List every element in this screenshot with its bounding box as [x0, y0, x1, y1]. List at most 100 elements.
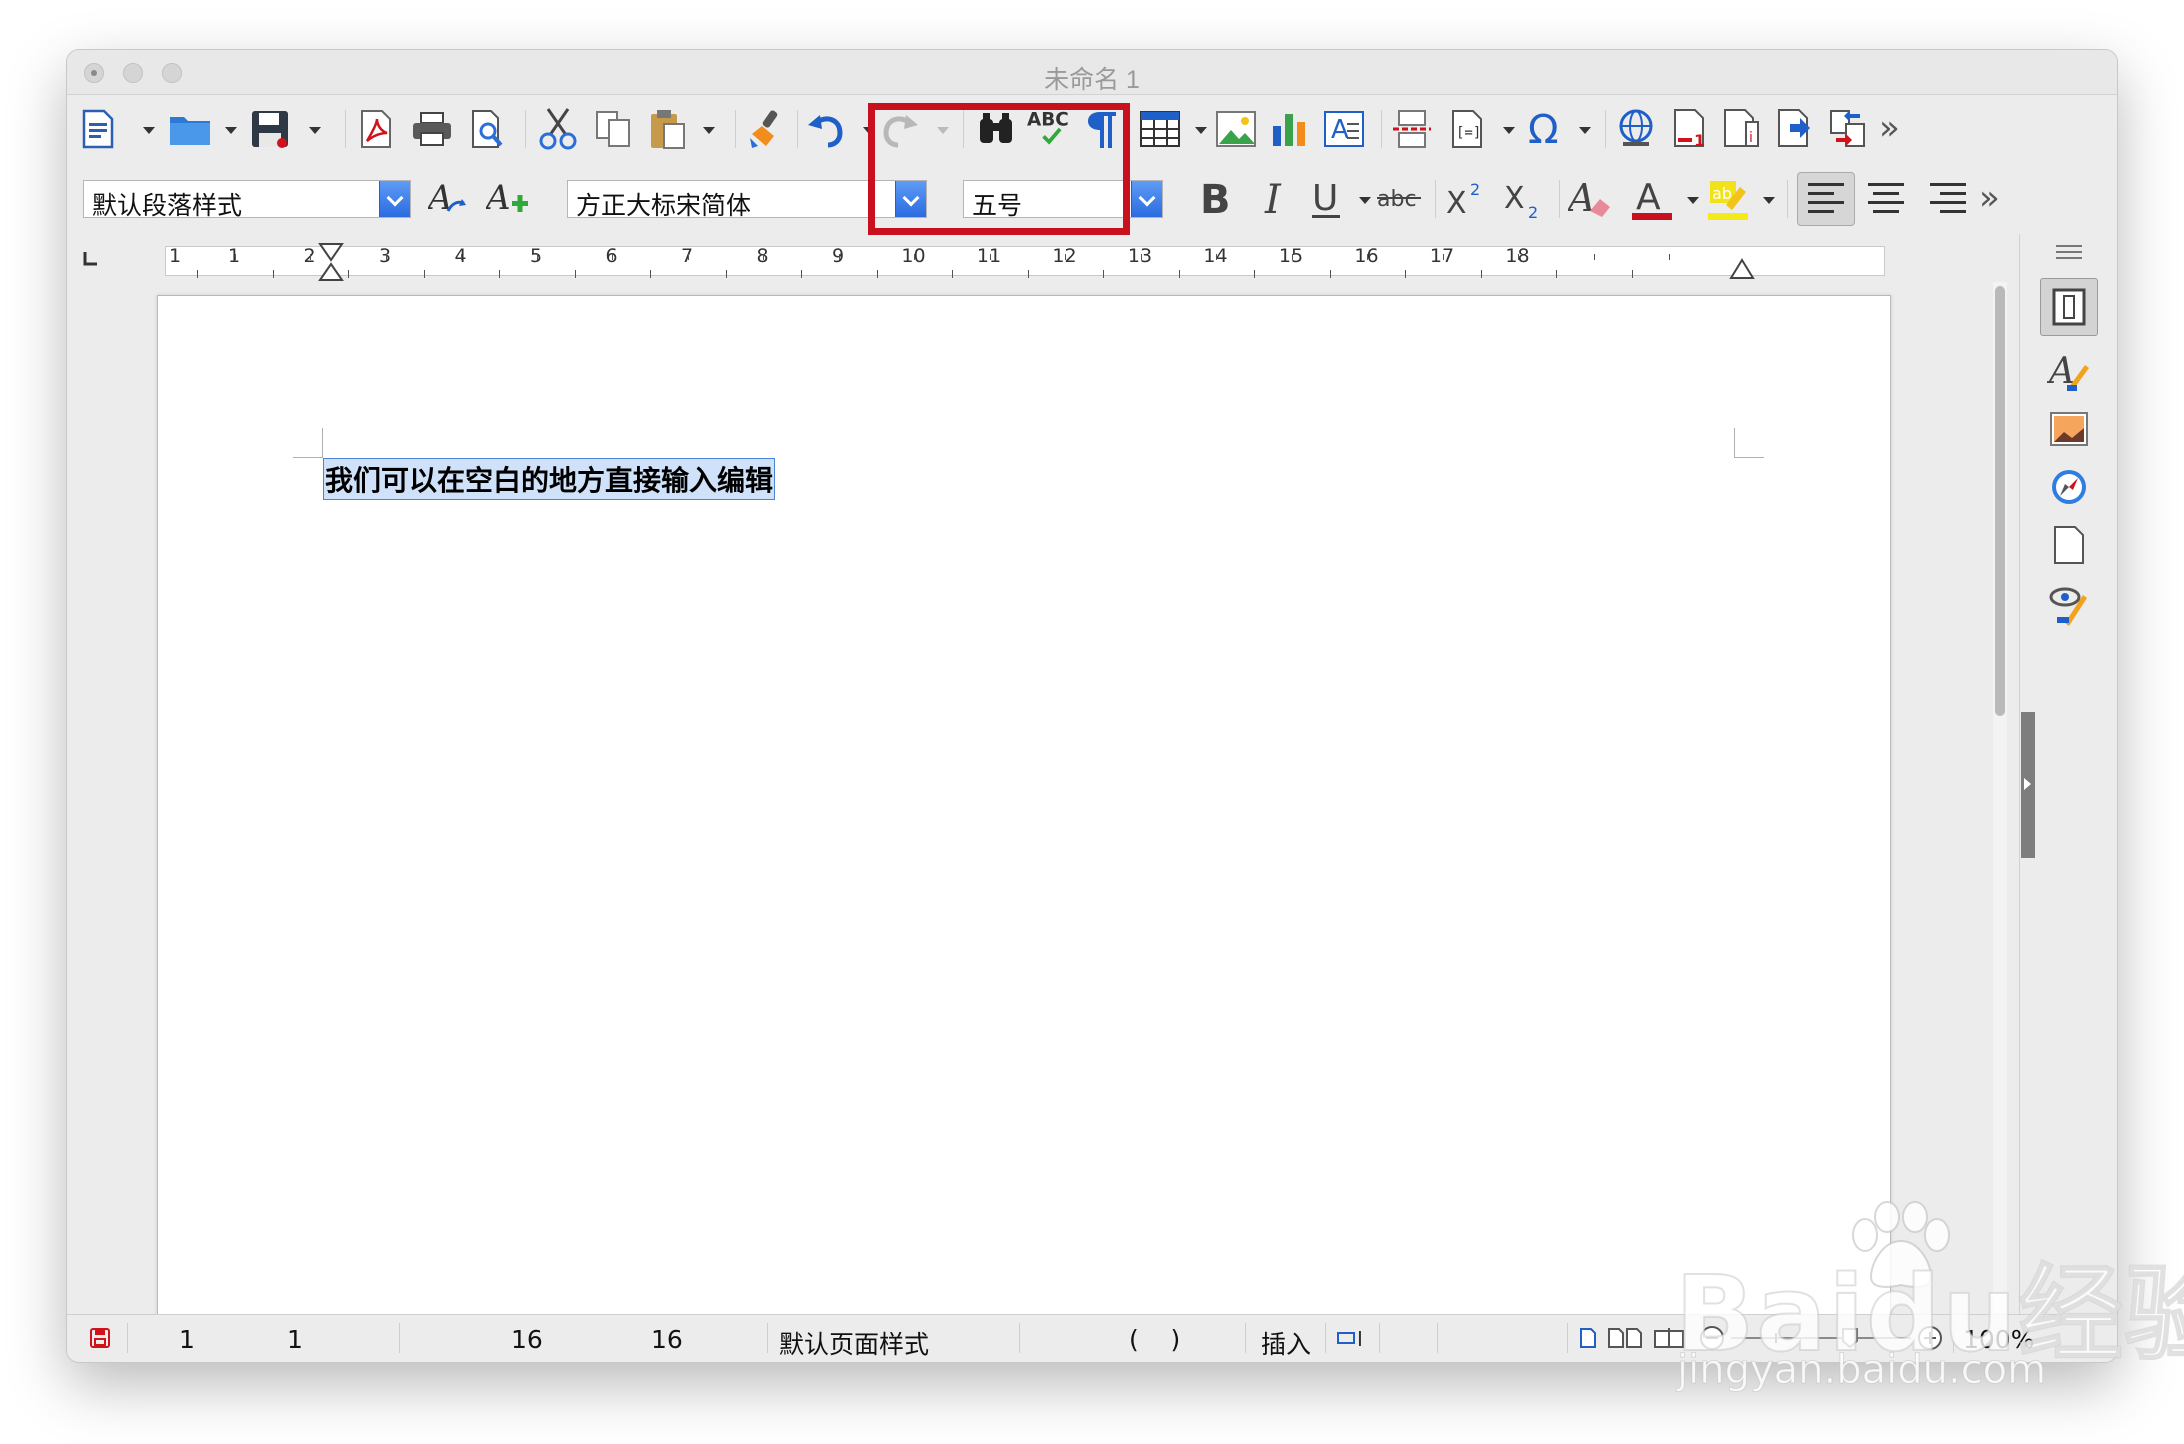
ruler-tick — [1216, 254, 1218, 260]
undo-icon[interactable] — [803, 106, 849, 152]
new-document-icon[interactable] — [75, 106, 121, 152]
page-deck-icon[interactable] — [2044, 520, 2094, 570]
ruler-tick — [574, 270, 576, 278]
page-count[interactable]: 1 — [287, 1325, 303, 1354]
insert-chart-icon[interactable] — [1267, 106, 1313, 152]
insert-bookmark-icon[interactable] — [1773, 106, 1819, 152]
align-left-icon[interactable] — [1797, 172, 1855, 226]
strikethrough-icon[interactable]: abc — [1377, 176, 1423, 222]
new-dropdown-icon[interactable] — [143, 127, 155, 134]
table-dropdown-icon[interactable] — [1195, 127, 1207, 134]
font-size-dropdown-icon[interactable] — [1131, 181, 1162, 217]
print-preview-icon[interactable] — [465, 106, 511, 152]
style-inspector-icon[interactable] — [2044, 580, 2094, 630]
highlight-dropdown-icon[interactable] — [1763, 197, 1775, 204]
single-page-view-icon[interactable] — [1579, 1327, 1597, 1349]
align-center-icon[interactable] — [1863, 176, 1909, 222]
hyperlink-icon[interactable] — [1613, 106, 1659, 152]
copy-icon[interactable] — [591, 106, 637, 152]
language[interactable]: ( ) — [1129, 1325, 1180, 1354]
insert-footnote-icon[interactable]: 1 — [1667, 106, 1713, 152]
underline-dropdown-icon[interactable] — [1359, 197, 1371, 204]
ruler-tick — [536, 254, 538, 260]
insert-image-icon[interactable] — [1213, 106, 1259, 152]
multi-page-view-icon[interactable] — [1607, 1327, 1643, 1349]
align-right-icon[interactable] — [1925, 176, 1971, 222]
svg-text:1: 1 — [1694, 131, 1705, 150]
baidu-watermark: Baidu经验 jingyan.baidu.com — [1674, 1201, 2184, 1395]
highlight-color-icon[interactable]: ab — [1705, 176, 1751, 222]
selection-mode-icon[interactable]: I — [1337, 1328, 1371, 1348]
ruler-tick — [1367, 254, 1369, 260]
highlight-annotation-box — [868, 103, 1130, 235]
insert-cross-reference-icon[interactable] — [1825, 106, 1871, 152]
cut-icon[interactable] — [535, 106, 581, 152]
clear-formatting-icon[interactable]: A — [1567, 176, 1613, 222]
clone-formatting-icon[interactable] — [743, 106, 789, 152]
gallery-deck-icon[interactable] — [2044, 404, 2094, 454]
update-style-icon[interactable]: A — [427, 176, 473, 222]
insert-endnote-icon[interactable]: i — [1719, 106, 1765, 152]
open-dropdown-icon[interactable] — [225, 127, 237, 134]
scrollbar-thumb[interactable] — [1995, 286, 2005, 716]
more-toolbar-icon[interactable]: » — [1879, 108, 1900, 148]
export-pdf-icon[interactable] — [353, 106, 399, 152]
font-color-dropdown-icon[interactable] — [1687, 197, 1699, 204]
field-dropdown-icon[interactable] — [1503, 127, 1515, 134]
underline-icon[interactable]: U — [1303, 176, 1349, 222]
more-formatting-icon[interactable]: » — [1979, 178, 2000, 218]
tab-stop-icon[interactable] — [83, 250, 99, 266]
word-count[interactable]: 16 — [511, 1325, 543, 1354]
insert-mode[interactable]: 插入 — [1261, 1325, 1311, 1361]
right-indent-marker-icon[interactable] — [1729, 256, 1755, 280]
ruler-tick — [1291, 254, 1293, 260]
insert-field-icon[interactable]: [=] — [1445, 106, 1491, 152]
insert-table-icon[interactable] — [1137, 106, 1183, 152]
ruler-tick — [1518, 254, 1520, 260]
italic-icon[interactable]: I — [1251, 176, 1297, 222]
ruler-label: 1 — [168, 245, 182, 267]
paragraph-style-dropdown-icon[interactable] — [379, 181, 410, 217]
subscript-icon[interactable]: X2 — [1501, 176, 1547, 222]
ruler-tick — [801, 270, 802, 278]
horizontal-ruler[interactable]: 1123456789101112131415161718 — [67, 234, 2057, 282]
ruler-tick — [1593, 254, 1595, 260]
svg-text:A: A — [1331, 115, 1349, 145]
save-icon[interactable] — [247, 106, 293, 152]
svg-text:Ω: Ω — [1528, 109, 1559, 149]
print-icon[interactable] — [409, 106, 455, 152]
document-page[interactable]: 我们可以在空白的地方直接输入编辑 — [157, 295, 1891, 1360]
page-style[interactable]: 默认页面样式 — [779, 1325, 929, 1361]
insert-textbox-icon[interactable]: A — [1321, 106, 1367, 152]
save-dropdown-icon[interactable] — [309, 127, 321, 134]
selected-document-text[interactable]: 我们可以在空白的地方直接输入编辑 — [323, 458, 776, 500]
ruler-tick — [310, 254, 312, 260]
new-style-icon[interactable]: A — [485, 176, 531, 222]
font-color-icon[interactable]: A — [1629, 176, 1675, 222]
bold-icon[interactable]: B — [1193, 176, 1239, 222]
styles-deck-icon[interactable]: A — [2044, 346, 2094, 396]
document-modified-icon[interactable] — [89, 1327, 111, 1349]
svg-text:i: i — [1749, 130, 1753, 146]
special-char-dropdown-icon[interactable] — [1579, 127, 1591, 134]
ruler-tick — [650, 270, 651, 278]
vertical-scrollbar[interactable] — [1993, 282, 2007, 1360]
document-area[interactable]: 我们可以在空白的地方直接输入编辑 — [67, 282, 2057, 1360]
svg-text:A: A — [1636, 177, 1661, 218]
sidebar-collapse-handle[interactable] — [2021, 712, 2035, 858]
paste-icon[interactable] — [645, 106, 691, 152]
page-number[interactable]: 1 — [179, 1325, 195, 1354]
paragraph-style-combo[interactable]: 默认段落样式 — [83, 180, 411, 220]
navigator-deck-icon[interactable] — [2044, 462, 2094, 512]
ruler-tick — [385, 254, 387, 260]
open-folder-icon[interactable] — [167, 106, 213, 152]
svg-text:[=]: [=] — [1456, 125, 1481, 141]
paste-dropdown-icon[interactable] — [703, 127, 715, 134]
special-character-icon[interactable]: Ω — [1523, 106, 1569, 152]
insert-page-break-icon[interactable] — [1389, 106, 1435, 152]
sidebar-menu-icon[interactable] — [2056, 244, 2082, 260]
character-count[interactable]: 16 — [651, 1325, 683, 1354]
superscript-icon[interactable]: X2 — [1443, 176, 1489, 222]
properties-deck-button[interactable] — [2040, 278, 2098, 336]
indent-marker-icon[interactable] — [318, 242, 344, 282]
